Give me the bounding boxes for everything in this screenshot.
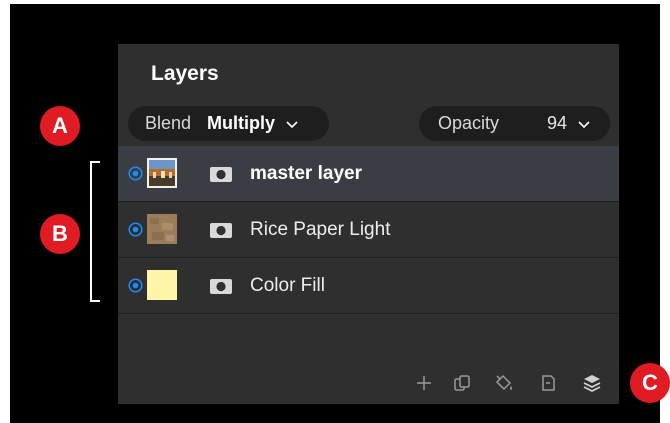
layer-row-rice-paper-light[interactable]: Rice Paper Light [118, 202, 619, 258]
layer-thumbnail-photo [147, 158, 177, 188]
layer-list: master layer Rice Paper Light Color Fill [118, 146, 619, 314]
layers-stack-icon[interactable] [582, 373, 602, 393]
visibility-radio-icon[interactable] [128, 278, 143, 293]
callout-bracket [90, 161, 100, 302]
layer-name: Rice Paper Light [250, 219, 391, 240]
add-icon[interactable] [414, 373, 434, 393]
callout-badge-a: A [40, 106, 80, 146]
blend-value: Multiply [207, 113, 276, 133]
layer-row-master-layer[interactable]: master layer [118, 146, 619, 202]
visibility-radio-icon[interactable] [128, 222, 143, 237]
layer-thumbnail-paper-texture [147, 214, 177, 244]
layer-mask-icon[interactable] [210, 279, 232, 294]
visibility-radio-icon[interactable] [128, 166, 143, 181]
screenshot-background: Layers Blend Multiply Opacity 94 master … [10, 4, 670, 423]
layer-row-color-fill[interactable]: Color Fill [118, 258, 619, 314]
blend-mode-dropdown[interactable]: Blend Multiply [128, 106, 329, 141]
layer-mask-icon[interactable] [210, 167, 232, 182]
layer-name: Color Fill [250, 275, 325, 296]
layer-name: master layer [250, 163, 362, 184]
new-layer-icon[interactable] [538, 373, 558, 393]
opacity-dropdown[interactable]: Opacity 94 [419, 106, 610, 141]
fill-bucket-icon[interactable] [494, 373, 514, 393]
blend-label: Blend [145, 113, 192, 133]
layers-panel: Layers Blend Multiply Opacity 94 master … [118, 44, 619, 404]
chevron-down-icon [578, 120, 590, 128]
opacity-value: 94 [546, 113, 567, 133]
callout-badge-b: B [40, 214, 80, 254]
duplicate-icon[interactable] [452, 373, 472, 393]
layer-mask-icon[interactable] [210, 223, 232, 238]
layer-thumbnail-solid-color [147, 270, 177, 300]
chevron-down-icon [286, 120, 298, 128]
panel-title: Layers [151, 62, 219, 85]
callout-badge-c: C [630, 363, 670, 403]
opacity-label: Opacity [438, 113, 500, 133]
